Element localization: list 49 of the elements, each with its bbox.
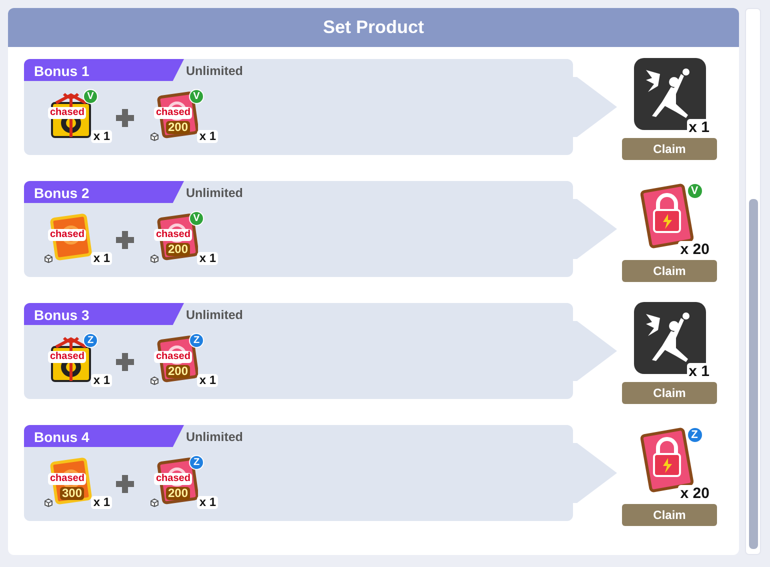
limit-label: Unlimited [186,185,243,202]
cube-icon [150,376,159,385]
item-number: 200 [166,121,190,134]
item-count: x 1 [91,252,112,265]
item-tag: chased [154,229,192,241]
cube-icon [150,254,159,263]
cube-icon [44,498,53,507]
scrollbar[interactable] [745,8,761,555]
item-count: x 1 [91,374,112,387]
version-badge: Z [189,455,204,470]
item-count: x 1 [197,130,218,143]
item-number: 200 [166,365,190,378]
item-number: 300 [60,487,84,500]
limit-label: Unlimited [186,429,243,446]
bonus-label: Bonus 2 [24,181,184,203]
bonus-label: Bonus 4 [24,425,184,447]
version-badge: Z [686,426,704,444]
item-count: x 1 [197,374,218,387]
version-badge: V [189,89,204,104]
item-tag: chased [48,351,86,363]
item-count: x 1 [91,496,112,509]
version-badge: Z [83,333,98,348]
item-tag: chased [48,473,86,485]
plus-icon [116,231,134,250]
cube-icon [150,498,159,507]
version-badge: Z [189,333,204,348]
item-tag: chased [154,351,192,363]
plus-icon [116,475,134,494]
item-count: x 1 [197,252,218,265]
version-badge: V [686,182,704,200]
cube-icon [44,254,53,263]
cube-icon [150,132,159,141]
bonus-label: Bonus 1 [24,59,184,81]
item-tag: chased [48,107,86,119]
plus-icon [116,109,134,128]
plus-icon [116,353,134,372]
item-number: 200 [166,487,190,500]
item-number: 200 [166,243,190,256]
version-badge: V [189,211,204,226]
item-tag: chased [154,473,192,485]
item-count: x 1 [197,496,218,509]
limit-label: Unlimited [186,63,243,80]
limit-label: Unlimited [186,307,243,324]
version-badge: V [83,89,98,104]
panel-title: Set Product [8,8,739,47]
item-tag: chased [154,107,192,119]
item-count: x 1 [91,130,112,143]
item-tag: chased [48,229,86,241]
bonus-label: Bonus 3 [24,303,184,325]
